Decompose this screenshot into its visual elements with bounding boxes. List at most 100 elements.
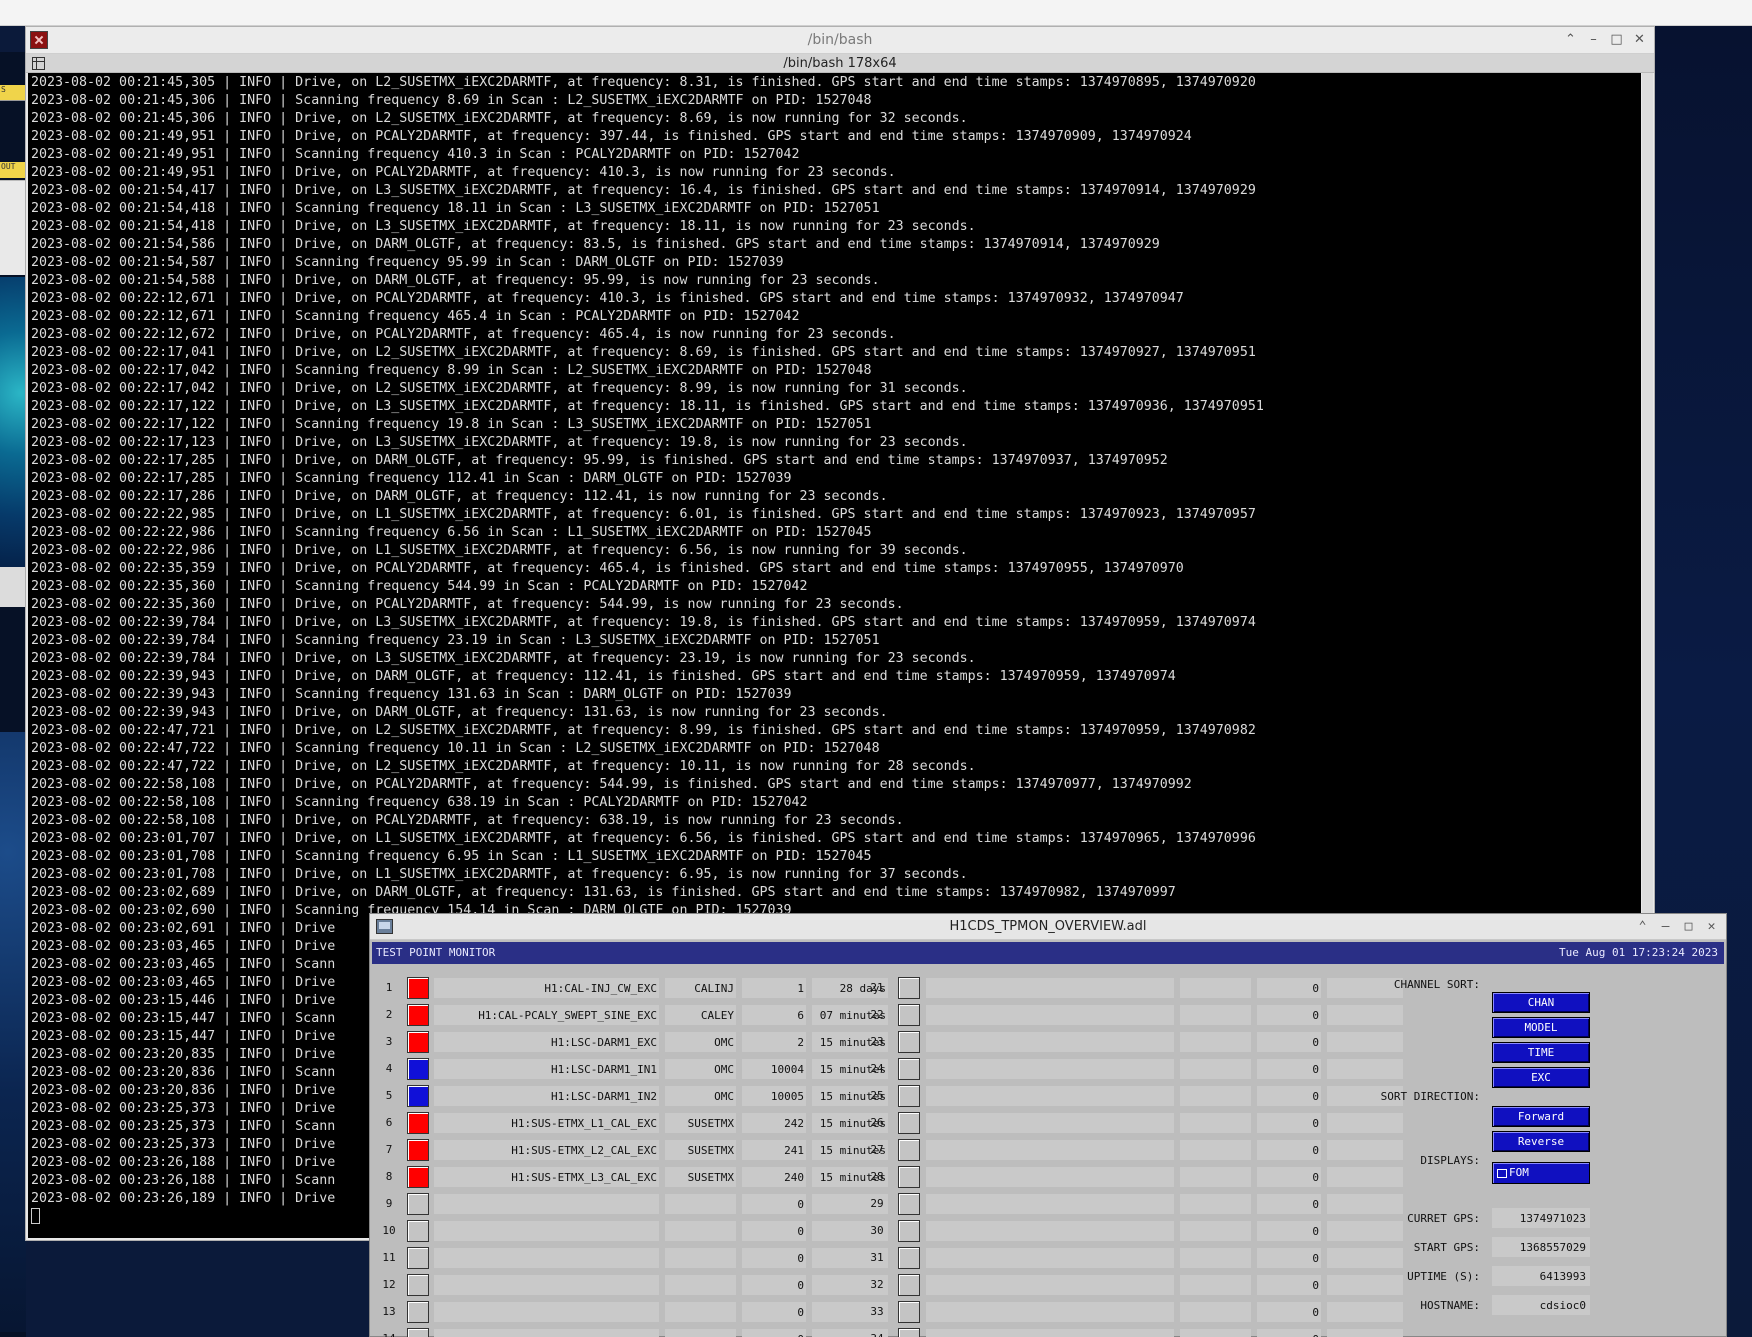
test-point-row[interactable]: 14 0 (378, 1327, 890, 1337)
test-point-row[interactable]: 32 0 (862, 1273, 1407, 1297)
test-point-row[interactable]: 6 H1:SUS-ETMX_L1_CAL_EXC SUSETMX 242 15 minu… (378, 1111, 890, 1135)
test-point-row[interactable]: 33 0 (862, 1300, 1407, 1324)
test-point-row[interactable]: 28 0 (862, 1165, 1407, 1189)
chevron-up-icon[interactable]: ⌃ (1562, 31, 1579, 48)
test-point-row[interactable]: 8 H1:SUS-ETMX_L3_CAL_EXC SUSETMX 240 15 minu… (378, 1165, 890, 1189)
test-point-id: 1 (742, 978, 806, 998)
terminal-titlebar[interactable]: /bin/bash ⌃ – □ ✕ (26, 27, 1654, 54)
channel-name: H1:LSC-DARM1_IN2 (434, 1086, 659, 1106)
test-point-row[interactable]: 1 H1:CAL-INJ_CW_EXC CALINJ 1 28 days (378, 976, 890, 1000)
tpmon-window[interactable]: H1CDS_TPMON_OVERVIEW.adl ⌃ – □ ✕ TEST PO… (369, 913, 1727, 1337)
test-point-id: 10004 (742, 1059, 806, 1079)
test-point-row[interactable]: 30 0 (862, 1219, 1407, 1243)
status-indicator[interactable] (898, 1166, 920, 1188)
status-indicator[interactable] (407, 1247, 429, 1269)
status-indicator[interactable] (898, 1247, 920, 1269)
status-indicator[interactable] (898, 977, 920, 999)
model-name (665, 1194, 736, 1214)
status-indicator[interactable] (407, 1301, 429, 1323)
sort-model-button[interactable]: MODEL (1492, 1017, 1590, 1038)
channel-name (926, 1032, 1174, 1052)
sort-exc-button[interactable]: EXC (1492, 1067, 1590, 1088)
close-icon[interactable]: ✕ (1631, 31, 1648, 48)
status-indicator[interactable] (898, 1193, 920, 1215)
desktop-top-bar (0, 0, 1752, 26)
test-point-row[interactable]: 27 0 (862, 1138, 1407, 1162)
background-window-fragment[interactable]: OUT (0, 162, 26, 178)
status-indicator[interactable] (407, 1166, 429, 1188)
status-indicator[interactable] (407, 1274, 429, 1296)
status-indicator[interactable] (407, 1139, 429, 1161)
model-name: SUSETMX (665, 1167, 736, 1187)
tpmon-side-panel: CHANNEL SORT: CHAN MODEL TIME EXC SORT D… (1370, 970, 1722, 1336)
channel-name (926, 1221, 1174, 1241)
status-indicator[interactable] (407, 1328, 429, 1337)
test-point-id: 0 (742, 1221, 806, 1241)
test-point-row[interactable]: 29 0 (862, 1192, 1407, 1216)
status-indicator[interactable] (898, 1058, 920, 1080)
test-point-row[interactable]: 24 0 (862, 1057, 1407, 1081)
direction-reverse-button[interactable]: Reverse (1492, 1131, 1590, 1152)
status-indicator[interactable] (407, 1004, 429, 1026)
test-point-row[interactable]: 25 0 (862, 1084, 1407, 1108)
status-indicator[interactable] (407, 1031, 429, 1053)
status-indicator[interactable] (898, 1274, 920, 1296)
tpmon-titlebar[interactable]: H1CDS_TPMON_OVERVIEW.adl ⌃ – □ ✕ (370, 914, 1726, 940)
test-point-row[interactable]: 13 0 (378, 1300, 890, 1324)
background-window-fragment[interactable] (0, 567, 26, 607)
status-indicator[interactable] (898, 1085, 920, 1107)
status-indicator[interactable] (407, 1085, 429, 1107)
status-indicator[interactable] (898, 1301, 920, 1323)
background-window-fragment[interactable] (0, 180, 26, 275)
test-point-row[interactable]: 22 0 (862, 1003, 1407, 1027)
test-point-row[interactable]: 10 0 (378, 1219, 890, 1243)
status-indicator[interactable] (898, 1112, 920, 1134)
log-line: 2023-08-02 00:22:39,784 | INFO | Scannin… (31, 633, 880, 648)
status-indicator[interactable] (898, 1031, 920, 1053)
status-indicator[interactable] (407, 1193, 429, 1215)
test-point-row[interactable]: 5 H1:LSC-DARM1_IN2 OMC 10005 15 minutes (378, 1084, 890, 1108)
test-point-row[interactable]: 4 H1:LSC-DARM1_IN1 OMC 10004 15 minutes (378, 1057, 890, 1081)
maximize-icon[interactable]: □ (1608, 31, 1625, 48)
status-indicator[interactable] (407, 1058, 429, 1080)
displays-menu[interactable]: FOM (1492, 1162, 1590, 1184)
sort-time-button[interactable]: TIME (1492, 1042, 1590, 1063)
direction-forward-button[interactable]: Forward (1492, 1106, 1590, 1127)
test-point-row[interactable]: 21 0 (862, 976, 1407, 1000)
test-point-row[interactable]: 26 0 (862, 1111, 1407, 1135)
channel-name (434, 1248, 659, 1268)
test-point-id: 0 (1257, 1194, 1321, 1214)
test-point-row[interactable]: 3 H1:LSC-DARM1_EXC OMC 2 15 minutes (378, 1030, 890, 1054)
log-line: 2023-08-02 00:22:17,123 | INFO | Drive, … (31, 435, 968, 450)
chevron-up-icon[interactable]: ⌃ (1634, 918, 1651, 935)
status-indicator[interactable] (898, 1004, 920, 1026)
maximize-icon[interactable]: □ (1680, 918, 1697, 935)
test-point-row[interactable]: 23 0 (862, 1030, 1407, 1054)
test-point-row[interactable]: 34 0 (862, 1327, 1407, 1337)
minimize-icon[interactable]: – (1657, 918, 1674, 935)
test-point-row[interactable]: 7 H1:SUS-ETMX_L2_CAL_EXC SUSETMX 241 15 minu… (378, 1138, 890, 1162)
test-point-row[interactable]: 11 0 (378, 1246, 890, 1270)
status-indicator[interactable] (407, 1220, 429, 1242)
status-indicator[interactable] (407, 977, 429, 999)
row-number: 28 (870, 1170, 884, 1183)
test-point-row[interactable]: 2 H1:CAL-PCALY_SWEPT_SINE_EXC CALEY 6 07 min… (378, 1003, 890, 1027)
tpmon-banner: TEST POINT MONITOR Tue Aug 01 17:23:24 2… (372, 942, 1724, 964)
test-point-row[interactable]: 90 (378, 1192, 890, 1216)
sort-chan-button[interactable]: CHAN (1492, 992, 1590, 1013)
log-line: 2023-08-02 00:21:54,588 | INFO | Drive, … (31, 273, 880, 288)
status-indicator[interactable] (898, 1139, 920, 1161)
status-indicator[interactable] (898, 1220, 920, 1242)
log-line: 2023-08-02 00:21:54,586 | INFO | Drive, … (31, 237, 1160, 252)
row-number: 10 (382, 1224, 396, 1237)
background-window-fragment[interactable]: S (0, 85, 26, 101)
test-point-row[interactable]: 31 0 (862, 1246, 1407, 1270)
status-indicator[interactable] (898, 1328, 920, 1337)
close-icon[interactable]: ✕ (1703, 918, 1720, 935)
row-number: 34 (862, 1332, 892, 1337)
status-indicator[interactable] (407, 1112, 429, 1134)
test-point-row[interactable]: 12 0 (378, 1273, 890, 1297)
minimize-icon[interactable]: – (1585, 31, 1602, 48)
model-name: OMC (665, 1032, 736, 1052)
row-number: 12 (382, 1278, 396, 1291)
